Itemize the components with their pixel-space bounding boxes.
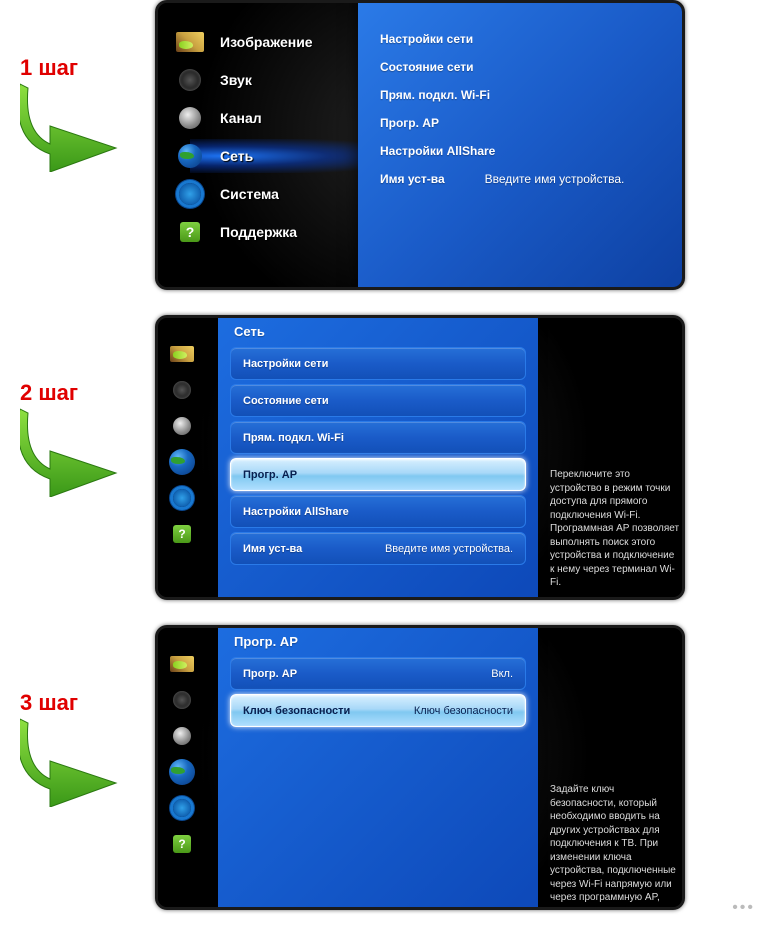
support-icon[interactable]: ? [168,520,196,548]
system-icon[interactable] [168,484,196,512]
ellipsis-icon: ••• [732,899,755,917]
arrow-icon [20,82,120,172]
arrow-icon [20,407,120,497]
row-value: Вкл. [491,668,513,680]
row-network-settings[interactable]: Настройки сети [230,347,526,380]
row-soft-ap[interactable]: Прогр. AP [230,458,526,491]
picture-icon[interactable] [168,650,196,678]
submenu-item-network-settings[interactable]: Настройки сети [380,25,685,53]
soft-ap-panel: Прогр. AP Прогр. AP Вкл. Ключ безопаснос… [218,625,538,910]
menu-item-support[interactable]: ? Поддержка [170,213,370,251]
row-label: Прогр. AP [243,668,297,680]
system-icon [176,182,204,206]
submenu-label: Настройки AllShare [380,144,495,158]
menu-label: Изображение [220,34,313,50]
system-icon[interactable] [168,794,196,822]
menu-label: Звук [220,72,252,88]
row-allshare[interactable]: Настройки AllShare [230,495,526,528]
submenu-item-device-name[interactable]: Имя уст-ва Введите имя устройства. [380,165,685,193]
sound-icon [176,68,204,92]
submenu-value: Введите имя устройства. [485,172,625,186]
submenu-label: Имя уст-ва [380,172,445,186]
tv-screen-step2: ? Сеть Настройки сети Состояние сети Пря… [155,315,685,600]
menu-item-picture[interactable]: Изображение [170,23,370,61]
row-soft-ap-toggle[interactable]: Прогр. AP Вкл. [230,657,526,690]
menu-label: Поддержка [220,224,297,240]
step-label-3: 3 шаг [20,690,78,716]
support-icon[interactable]: ? [168,830,196,858]
picture-icon [176,30,204,54]
row-label: Настройки сети [243,358,328,370]
panel-title: Сеть [230,322,526,347]
row-device-name[interactable]: Имя уст-ва Введите имя устройства. [230,532,526,565]
sound-icon[interactable] [168,686,196,714]
submenu-label: Прогр. AP [380,116,439,130]
menu-icon-column: ? [168,650,208,866]
step-label-2: 2 шаг [20,380,78,406]
menu-label: Система [220,186,279,202]
help-text: Задайте ключ безопасности, который необх… [550,783,680,905]
submenu-label: Настройки сети [380,32,473,46]
network-icon[interactable] [168,448,196,476]
row-label: Прогр. AP [243,469,297,481]
picture-icon[interactable] [168,340,196,368]
tv-screen-step1: Изображение Звук Канал Сеть Система [155,0,685,290]
network-icon[interactable] [168,758,196,786]
arrow-icon [20,717,120,807]
row-label: Настройки AllShare [243,506,349,518]
help-text: Переключите это устройство в режим точки… [550,468,680,590]
menu-label: Сеть [220,148,253,164]
row-network-status[interactable]: Состояние сети [230,384,526,417]
row-label: Имя уст-ва [243,543,302,555]
menu-icon-column: ? [168,340,208,556]
sound-icon[interactable] [168,376,196,404]
tv-screen-step3: ? Прогр. AP Прогр. AP Вкл. Ключ безопасн… [155,625,685,910]
channel-icon[interactable] [168,412,196,440]
menu-item-channel[interactable]: Канал [170,99,370,137]
submenu-item-network-status[interactable]: Состояние сети [380,53,685,81]
step-label-1: 1 шаг [20,55,78,81]
submenu-item-wifi-direct[interactable]: Прям. подкл. Wi-Fi [380,81,685,109]
row-security-key[interactable]: Ключ безопасности Ключ безопасности [230,694,526,727]
row-wifi-direct[interactable]: Прям. подкл. Wi-Fi [230,421,526,454]
submenu-label: Состояние сети [380,60,473,74]
channel-icon[interactable] [168,722,196,750]
submenu-label: Прям. подкл. Wi-Fi [380,88,490,102]
network-panel: Сеть Настройки сети Состояние сети Прям.… [218,315,538,600]
menu-item-sound[interactable]: Звук [170,61,370,99]
channel-icon [176,106,204,130]
row-value: Ключ безопасности [414,705,513,717]
panel-title: Прогр. AP [230,632,526,657]
menu-item-network[interactable]: Сеть [170,137,370,175]
submenu-item-soft-ap[interactable]: Прогр. AP [380,109,685,137]
menu-label: Канал [220,110,262,126]
row-label: Состояние сети [243,395,329,407]
row-value: Введите имя устройства. [385,543,513,555]
network-icon [176,144,204,168]
main-menu: Изображение Звук Канал Сеть Система [170,23,370,251]
row-label: Прям. подкл. Wi-Fi [243,432,344,444]
network-submenu-popup: Настройки сети Состояние сети Прям. подк… [358,0,685,290]
row-label: Ключ безопасности [243,705,350,717]
menu-item-system[interactable]: Система [170,175,370,213]
support-icon: ? [176,220,204,244]
submenu-item-allshare[interactable]: Настройки AllShare [380,137,685,165]
